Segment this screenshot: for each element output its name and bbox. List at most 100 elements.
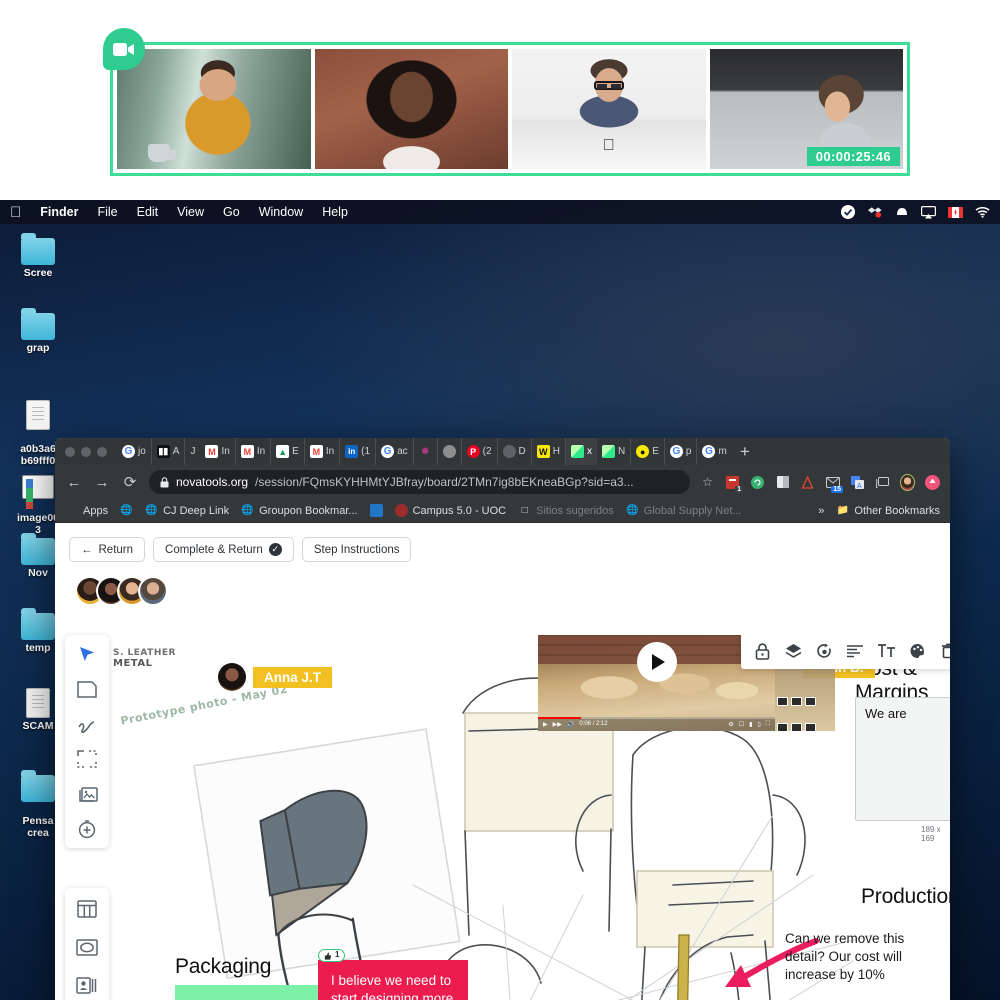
video-progress-bar[interactable] [538, 717, 775, 719]
bookmark-4[interactable] [369, 504, 383, 517]
bookmark-global-supply[interactable]: 🌐 Global Supply Net... [626, 504, 742, 517]
browser-tab-2[interactable]: J [185, 438, 200, 465]
back-button[interactable]: ← [65, 474, 83, 491]
picture-in-picture-icon[interactable]: ▯ [757, 721, 760, 728]
frame-tool[interactable] [76, 748, 98, 770]
bookmark-cj-deep-link[interactable]: 🌐 CJ Deep Link [145, 504, 229, 517]
forward-button[interactable]: → [93, 474, 111, 491]
browser-tab-4[interactable]: M In [236, 438, 272, 465]
menu-go[interactable]: Go [223, 205, 240, 219]
name-tag-anna[interactable]: Anna J.T [218, 663, 333, 691]
play-icon[interactable] [636, 641, 677, 682]
bookmarks-overflow-button[interactable]: » [818, 505, 824, 517]
bookmark-1[interactable]: 🌐 [120, 504, 133, 517]
video-tile-1[interactable] [117, 49, 311, 169]
airplay-icon[interactable] [921, 205, 936, 220]
dropbox-icon[interactable] [867, 205, 882, 220]
browser-tab-6[interactable]: M In [305, 438, 341, 465]
fullscreen-icon[interactable]: ⛶ [766, 721, 770, 728]
lock-icon[interactable] [753, 642, 771, 660]
avast-icon[interactable] [800, 475, 815, 490]
selection-chip-top[interactable] [777, 697, 816, 706]
shield-check-icon[interactable] [840, 205, 855, 220]
menu-view[interactable]: View [177, 205, 204, 219]
trash-icon[interactable] [939, 642, 950, 660]
browser-tab-17[interactable]: Gp [665, 438, 698, 465]
collaborator-avatar-stack[interactable] [75, 576, 168, 606]
reload-button[interactable]: ⟳ [121, 473, 139, 491]
avatar[interactable] [138, 576, 168, 606]
volume-icon[interactable]: 🔊 [567, 721, 574, 728]
wifi-icon[interactable] [975, 205, 990, 220]
other-bookmarks-folder[interactable]: 📁 Other Bookmarks [836, 504, 940, 517]
play-icon[interactable]: ▶ [543, 721, 548, 728]
board-canvas[interactable]: Prototype photo - May 02 S. LEATHER META… [113, 635, 950, 1000]
step-instructions-button[interactable]: Step Instructions [301, 537, 412, 562]
menu-help[interactable]: Help [322, 205, 348, 219]
white-extension-icon[interactable] [775, 475, 790, 490]
browser-tab-12[interactable]: D [498, 438, 532, 465]
browser-tab-5[interactable]: ▲ E [271, 438, 305, 465]
next-icon[interactable]: ▶▶ [553, 721, 562, 728]
bookmark-sitios[interactable]: □ Sitios sugeridos [518, 504, 614, 517]
shape-tool[interactable] [76, 678, 98, 700]
pen-tool[interactable] [76, 713, 98, 735]
miniplayer-icon[interactable]: ☐ [739, 721, 744, 728]
ellipse-tool[interactable] [76, 936, 98, 958]
cast-icon[interactable] [875, 475, 890, 490]
browser-tab-0[interactable]: Gjo [117, 438, 152, 465]
pink-extension-icon[interactable] [925, 474, 940, 490]
selection-chip-bottom[interactable] [777, 723, 816, 732]
bookmark-apps[interactable]: Apps [65, 504, 108, 517]
image-tool[interactable] [76, 783, 98, 805]
browser-tab-3[interactable]: M In [200, 438, 236, 465]
add-timer-tool[interactable] [76, 818, 98, 840]
text-size-icon[interactable] [877, 642, 895, 660]
text-element[interactable]: We are [855, 697, 950, 821]
menu-window[interactable]: Window [259, 205, 303, 219]
window-controls[interactable] [65, 446, 107, 457]
return-button[interactable]: ← Return [69, 537, 146, 562]
browser-tab-10[interactable] [438, 438, 462, 465]
browser-tab-14[interactable]: x [566, 438, 598, 465]
embedded-video-player[interactable]: ▶ ▶▶ 🔊 0:06 / 2:12 ⚙ ☐ ▮ ▯ ⛶ [538, 635, 775, 731]
browser-tab-18[interactable]: Gm [697, 438, 731, 465]
theater-icon[interactable]: ▮ [749, 721, 752, 728]
new-tab-button[interactable]: + [732, 442, 758, 462]
apple-menu-icon[interactable]:  [10, 205, 21, 220]
browser-tab-11[interactable]: P (2 [462, 438, 498, 465]
desktop-icon-grap[interactable]: grap [2, 308, 74, 355]
browser-tab-8[interactable]: Gac [376, 438, 414, 465]
browser-tab-13[interactable]: WH [532, 438, 567, 465]
video-tile-3[interactable]:  [512, 49, 706, 169]
desktop-icon-scree[interactable]: Scree [2, 233, 74, 280]
video-tile-2[interactable] [314, 49, 508, 169]
align-left-icon[interactable] [846, 642, 864, 660]
mail-15-icon[interactable]: 15 [825, 475, 843, 493]
settings-icon[interactable]: ⚙ [728, 721, 733, 728]
red-extension-icon[interactable]: 1 [725, 475, 743, 493]
layers-icon[interactable] [784, 642, 802, 660]
menu-edit[interactable]: Edit [137, 205, 159, 219]
translate-icon[interactable]: A [850, 475, 865, 490]
profile-avatar[interactable] [900, 473, 915, 491]
table-tool[interactable] [76, 898, 98, 920]
complete-and-return-button[interactable]: Complete & Return ✓ [153, 537, 294, 562]
browser-tab-1[interactable]: ▮▮ A [152, 438, 186, 465]
sticky-note-eco-friendly[interactable]: 1 I believe we need to start designing m… [318, 949, 468, 1000]
bell-icon[interactable] [894, 205, 909, 220]
browser-tab-15[interactable]: N [597, 438, 632, 465]
video-controls[interactable]: ▶ ▶▶ 🔊 0:06 / 2:12 ⚙ ☐ ▮ ▯ ⛶ [538, 717, 775, 731]
browser-tab-16[interactable]: ● E [631, 438, 665, 465]
card-tool[interactable] [76, 974, 98, 996]
video-camera-icon[interactable] [103, 28, 145, 70]
browser-tab-9[interactable]: ❄ [414, 438, 438, 465]
like-count-badge[interactable]: 1 [318, 949, 346, 962]
browser-tab-7[interactable]: in (1 [340, 438, 377, 465]
bookmark-campus[interactable]: Campus 5.0 - UOC [394, 504, 506, 517]
green-extension-icon[interactable] [750, 475, 765, 490]
bookmark-groupon[interactable]: 🌐 Groupon Bookmar... [241, 504, 357, 517]
flag-canada-icon[interactable] [948, 205, 963, 220]
cursor-tool[interactable] [76, 643, 98, 665]
rotate-icon[interactable] [815, 642, 833, 660]
